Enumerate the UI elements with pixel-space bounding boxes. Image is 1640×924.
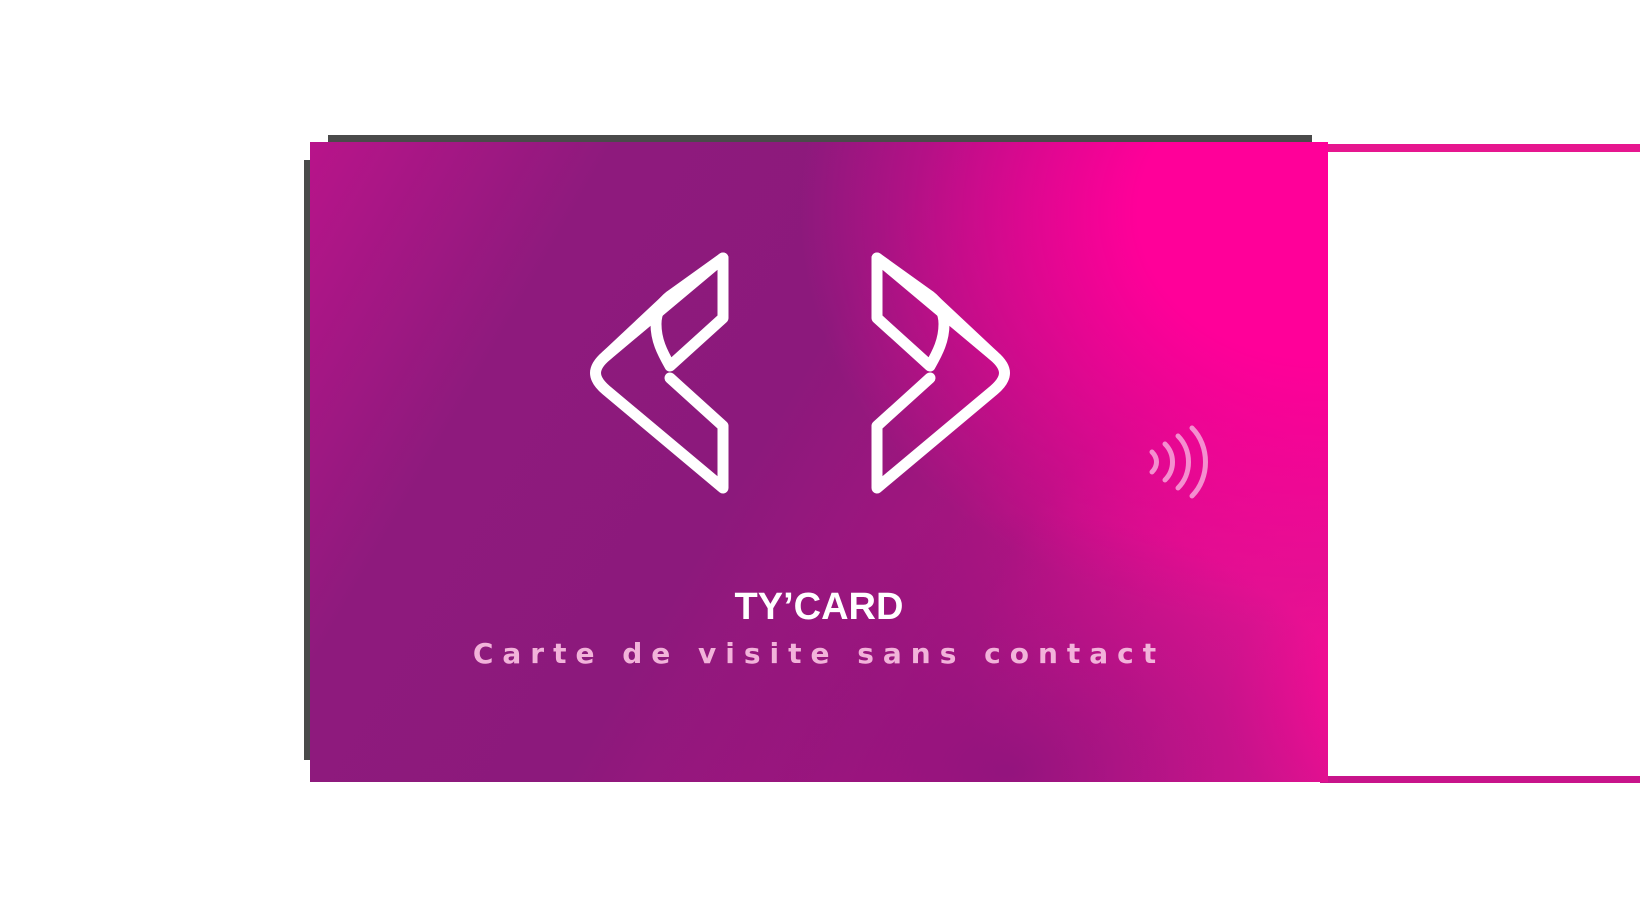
contactless-icon (1149, 425, 1208, 499)
card-shadow-top (328, 135, 1312, 142)
accent-rail-bottom (1320, 776, 1640, 783)
accent-rail-top (1320, 144, 1640, 152)
angle-brackets-logo-icon (590, 252, 1010, 494)
brand-name: TY’CARD (734, 586, 904, 628)
product-stage: TY’CARD Carte de visite sans contact (0, 0, 1640, 924)
tagline: Carte de visite sans contact (472, 637, 1166, 670)
business-card: TY’CARD Carte de visite sans contact (310, 142, 1328, 782)
